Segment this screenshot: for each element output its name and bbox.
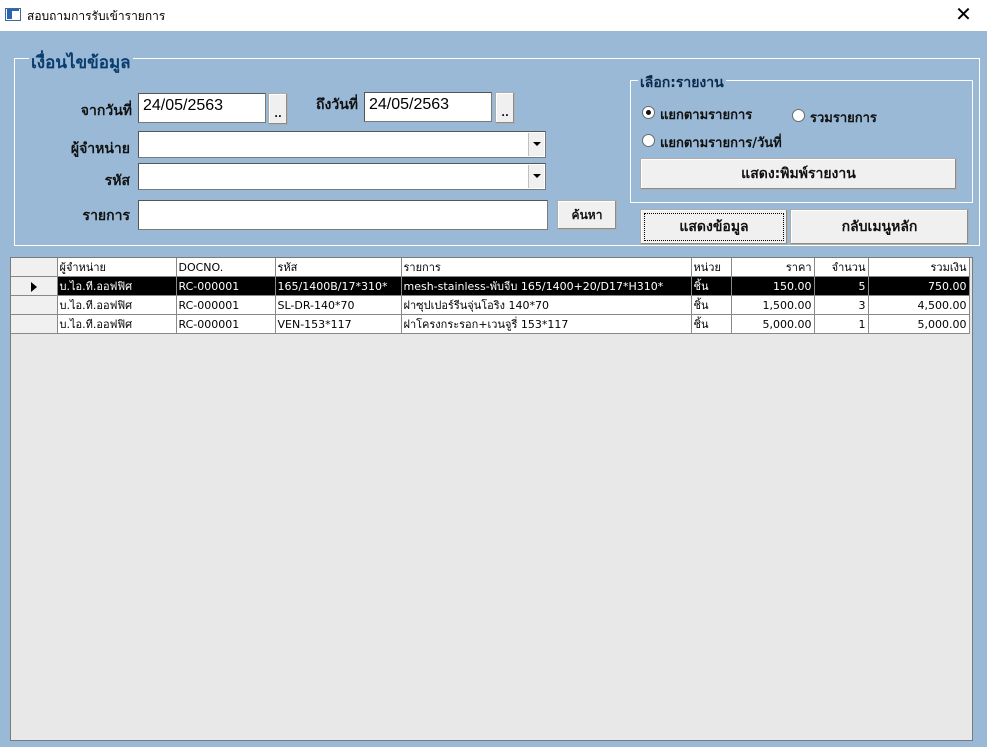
cell-code[interactable]: SL-DR-140*70 [275,295,402,315]
code-combobox[interactable] [138,163,546,190]
from-date-picker-button[interactable]: .. [268,93,288,125]
cell-unit[interactable]: ชิ้น [691,295,732,315]
cell-item[interactable]: mesh-stainless-พับจีบ 165/1400+20/D17*H3… [401,276,692,296]
cell-docno[interactable]: RC-000001 [176,314,276,334]
report-legend: เลือก:รายงาน [638,72,726,94]
cell-price[interactable]: 150.00 [731,276,815,296]
to-date-picker-button[interactable]: .. [495,92,515,124]
cell-item[interactable]: ฝาโครงกระรอก+เวนจูรี่ 153*117 [401,314,692,334]
row-indicator [11,314,58,334]
print-report-button[interactable]: แสดง:พิมพ์รายงาน [640,158,957,190]
cell-docno[interactable]: RC-000001 [176,276,276,296]
from-date-input[interactable]: 24/05/2563 [138,93,266,123]
row-indicator [11,295,58,315]
window-title: สอบถามการรับเข้ารายการ [27,9,166,23]
radio-summary[interactable] [792,109,805,122]
table-row[interactable]: บ.ไอ.ที.ออฟฟิศ RC-000001 165/1400B/17*31… [11,276,970,296]
cell-item[interactable]: ฝาซุปเปอร์รีนจุ่นโอริง 140*70 [401,295,692,315]
cell-quantity[interactable]: 3 [814,295,869,315]
cell-quantity[interactable]: 5 [814,276,869,296]
column-header-price[interactable]: ราคา [731,258,815,277]
radio-by-item-date[interactable] [642,134,655,147]
back-menu-button-label: กลับเมนูหลัก [841,219,918,235]
from-date-label: จากวันที่ [80,103,132,119]
cell-total[interactable]: 750.00 [868,276,970,296]
cell-total[interactable]: 5,000.00 [868,314,970,334]
cell-supplier[interactable]: บ.ไอ.ที.ออฟฟิศ [57,295,177,315]
print-report-button-label: แสดง:พิมพ์รายงาน [741,166,856,182]
radio-by-item-label[interactable]: แยกตามรายการ [660,104,752,125]
to-date-picker-label: .. [501,108,509,119]
conditions-legend: เงื่อนไขข้อมูล [29,49,133,76]
cell-price[interactable]: 1,500.00 [731,295,815,315]
results-table: ผู้จำหน่าย DOCNO. รหัส รายการ หน่วย ราคา… [11,258,970,334]
radio-by-item[interactable] [642,106,655,119]
cell-code[interactable]: 165/1400B/17*310* [275,276,402,296]
to-date-value: 24/05/2563 [369,96,450,113]
chevron-down-icon[interactable] [528,133,544,156]
back-menu-button[interactable]: กลับเมนูหลัก [790,209,969,245]
row-indicator-header [11,258,58,277]
window-client: เงื่อนไขข้อมูล จากวันที่ 24/05/2563 .. ถ… [0,31,987,747]
column-header-item[interactable]: รายการ [401,258,692,277]
show-data-button[interactable]: แสดงข้อมูล [640,209,788,245]
column-header-docno[interactable]: DOCNO. [176,258,276,277]
row-pointer-icon [30,281,37,292]
column-header-total[interactable]: รวมเงิน [868,258,970,277]
radio-summary-label[interactable]: รวมรายการ [810,107,877,128]
close-button[interactable]: ✕ [940,0,987,31]
item-label: รายการ [82,208,130,224]
from-date-value: 24/05/2563 [143,97,224,114]
radio-by-item-date-label[interactable]: แยกตามรายการ/วันที่ [660,132,782,153]
column-header-code[interactable]: รหัส [275,258,402,277]
cell-supplier[interactable]: บ.ไอ.ที.ออฟฟิศ [57,314,177,334]
column-header-supplier[interactable]: ผู้จำหน่าย [57,258,177,277]
to-date-label: ถึงวันที่ [316,97,358,113]
column-header-quantity[interactable]: จำนวน [814,258,869,277]
grid-header-row: ผู้จำหน่าย DOCNO. รหัส รายการ หน่วย ราคา… [11,258,970,277]
cell-unit[interactable]: ชิ้น [691,276,732,296]
search-button-label: ค้นหา [571,208,603,222]
from-date-picker-label: .. [274,109,282,120]
cell-supplier[interactable]: บ.ไอ.ที.ออฟฟิศ [57,276,177,296]
row-indicator [11,276,58,296]
supplier-combobox[interactable] [138,131,546,158]
cell-code[interactable]: VEN-153*117 [275,314,402,334]
to-date-input[interactable]: 24/05/2563 [364,92,492,122]
cell-unit[interactable]: ชิ้น [691,314,732,334]
code-label: รหัส [104,173,130,189]
supplier-label: ผู้จำหน่าย [70,141,130,157]
chevron-down-icon[interactable] [528,165,544,188]
cell-docno[interactable]: RC-000001 [176,295,276,315]
cell-price[interactable]: 5,000.00 [731,314,815,334]
title-bar: สอบถามการรับเข้ารายการ ✕ [0,0,987,31]
cell-quantity[interactable]: 1 [814,314,869,334]
table-row[interactable]: บ.ไอ.ที.ออฟฟิศ RC-000001 SL-DR-140*70 ฝา… [11,295,970,315]
item-input[interactable] [138,200,548,230]
column-header-unit[interactable]: หน่วย [691,258,732,277]
app-icon [5,8,21,21]
search-button[interactable]: ค้นหา [557,200,617,230]
table-row[interactable]: บ.ไอ.ที.ออฟฟิศ RC-000001 VEN-153*117 ฝาโ… [11,314,970,334]
show-data-button-label: แสดงข้อมูล [679,219,749,235]
cell-total[interactable]: 4,500.00 [868,295,970,315]
results-grid[interactable]: ผู้จำหน่าย DOCNO. รหัส รายการ หน่วย ราคา… [10,257,973,741]
